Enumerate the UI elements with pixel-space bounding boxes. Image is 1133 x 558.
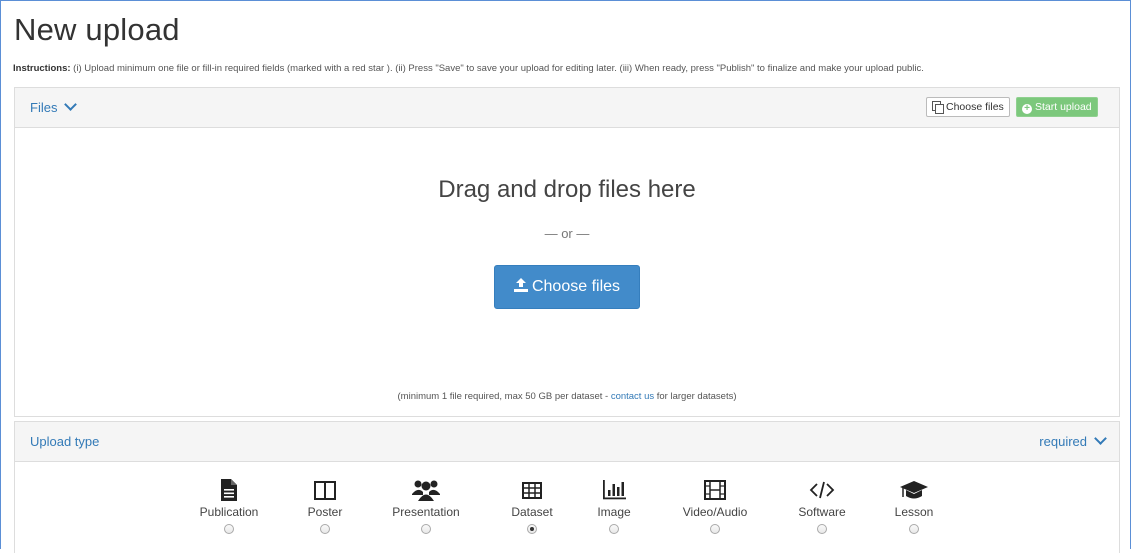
group-icon <box>412 480 440 501</box>
instructions: Instructions: (i) Upload minimum one fil… <box>13 63 924 74</box>
upload-type-label: Upload type <box>30 434 100 449</box>
type-radio[interactable] <box>609 524 619 534</box>
drop-zone-text: Drag and drop files here <box>438 176 696 203</box>
type-label: Publication <box>199 505 259 519</box>
or-separator: — or — <box>544 226 590 241</box>
note-after: for larger datasets) <box>654 391 737 402</box>
type-option-video-audio[interactable]: Video/Audio <box>670 478 760 534</box>
type-radio[interactable] <box>817 524 827 534</box>
chevron-down-icon <box>1094 432 1107 445</box>
type-radio[interactable] <box>710 524 720 534</box>
table-icon <box>522 482 542 499</box>
type-label: Image <box>597 505 631 519</box>
start-upload-button[interactable]: + Start upload <box>1016 97 1098 117</box>
instructions-text: (i) Upload minimum one file or fill-in r… <box>73 63 924 74</box>
upload-type-options: Publication Poster Presentation Dataset … <box>15 478 1119 558</box>
choose-files-small-label: Choose files <box>946 101 1004 113</box>
files-panel-heading[interactable]: Files Choose files + Start upload <box>15 88 1119 128</box>
type-option-lesson[interactable]: Lesson <box>869 478 959 534</box>
page-title: New upload <box>14 12 180 47</box>
copy-icon <box>932 101 944 114</box>
type-radio[interactable] <box>421 524 431 534</box>
type-radio[interactable] <box>320 524 330 534</box>
note-before: (minimum 1 file required, max 50 GB per … <box>397 391 611 402</box>
upload-type-heading[interactable]: Upload type required <box>15 422 1119 462</box>
type-label: Lesson <box>894 505 934 519</box>
type-label: Poster <box>307 505 343 519</box>
film-icon <box>704 480 726 500</box>
type-option-dataset[interactable]: Dataset <box>487 478 577 534</box>
type-option-publication[interactable]: Publication <box>184 478 274 534</box>
graduation-cap-icon <box>900 481 928 499</box>
type-option-presentation[interactable]: Presentation <box>381 478 471 534</box>
required-label: required <box>1039 434 1087 449</box>
required-toggle[interactable]: required <box>1039 432 1107 449</box>
files-heading-toggle[interactable]: Files <box>30 98 78 115</box>
plus-circle-icon: + <box>1022 104 1032 114</box>
type-radio-selected[interactable] <box>527 524 537 534</box>
type-label: Dataset <box>511 505 553 519</box>
files-heading-label: Files <box>30 100 58 115</box>
upload-icon <box>513 278 528 292</box>
start-upload-label: Start upload <box>1035 101 1092 113</box>
type-label: Presentation <box>392 505 460 519</box>
choose-files-small-button[interactable]: Choose files <box>926 97 1010 117</box>
file-text-icon <box>221 479 237 501</box>
type-option-software[interactable]: Software <box>777 478 867 534</box>
type-option-poster[interactable]: Poster <box>280 478 370 534</box>
instructions-label: Instructions: <box>13 63 71 74</box>
type-label: Video/Audio <box>682 505 748 519</box>
type-label: Software <box>798 505 846 519</box>
upload-type-panel: Upload type required Publication Poster <box>14 421 1120 553</box>
chevron-down-icon <box>64 98 78 111</box>
code-icon <box>809 481 835 499</box>
columns-icon <box>314 481 336 500</box>
choose-files-label: Choose files <box>531 278 621 295</box>
file-limit-note: (minimum 1 file required, max 50 GB per … <box>15 391 1119 402</box>
bar-chart-icon <box>603 480 626 500</box>
type-radio[interactable] <box>224 524 234 534</box>
type-option-image[interactable]: Image <box>569 478 659 534</box>
files-panel: Files Choose files + Start upload Drag an… <box>14 87 1120 417</box>
choose-files-button[interactable]: Choose files <box>494 265 640 309</box>
contact-us-link[interactable]: contact us <box>611 391 654 402</box>
type-radio[interactable] <box>909 524 919 534</box>
